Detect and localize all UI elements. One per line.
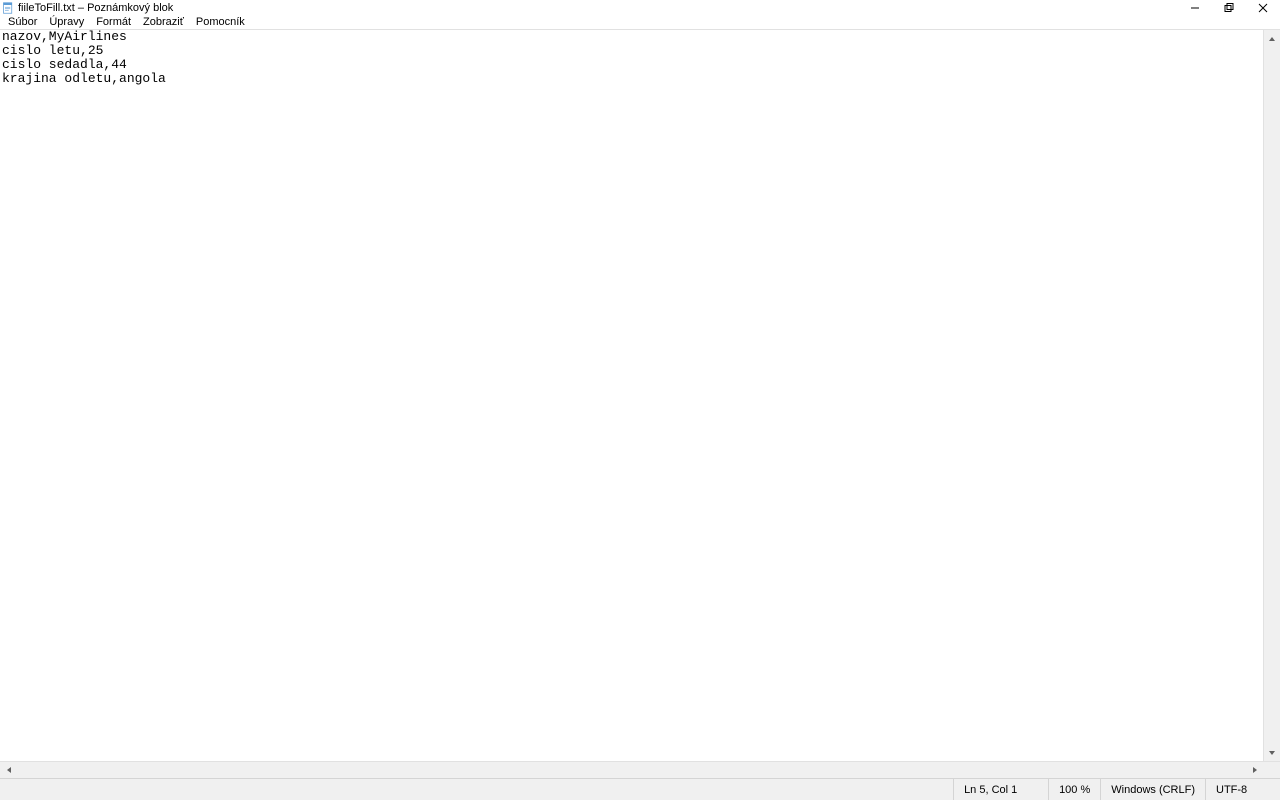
- close-button[interactable]: [1246, 0, 1280, 15]
- scroll-right-arrow-icon[interactable]: [1246, 762, 1263, 778]
- status-encoding: UTF-8: [1205, 779, 1280, 800]
- scroll-down-arrow-icon[interactable]: [1264, 744, 1280, 761]
- menu-file[interactable]: Súbor: [2, 15, 43, 29]
- vertical-scroll-track[interactable]: [1264, 47, 1280, 744]
- window-controls: [1178, 0, 1280, 15]
- menu-edit[interactable]: Úpravy: [43, 15, 90, 29]
- menu-help[interactable]: Pomocník: [190, 15, 251, 29]
- content-area: nazov,MyAirlines cislo letu,25 cislo sed…: [0, 30, 1280, 761]
- title-left: fiileToFill.txt – Poznámkový blok: [2, 2, 173, 14]
- scroll-corner: [1263, 762, 1280, 778]
- menu-view[interactable]: Zobraziť: [137, 15, 190, 29]
- maximize-button[interactable]: [1212, 0, 1246, 15]
- menu-format[interactable]: Formát: [90, 15, 137, 29]
- title-bar: fiileToFill.txt – Poznámkový blok: [0, 0, 1280, 15]
- vertical-scrollbar[interactable]: [1263, 30, 1280, 761]
- notepad-icon: [2, 2, 14, 14]
- scroll-up-arrow-icon[interactable]: [1264, 30, 1280, 47]
- window-title: fiileToFill.txt – Poznámkový blok: [18, 2, 173, 14]
- scroll-left-arrow-icon[interactable]: [0, 762, 17, 778]
- status-spacer: [0, 779, 953, 800]
- text-editor[interactable]: nazov,MyAirlines cislo letu,25 cislo sed…: [0, 30, 1263, 761]
- status-bar: Ln 5, Col 1 100 % Windows (CRLF) UTF-8: [0, 778, 1280, 800]
- menu-bar: Súbor Úpravy Formát Zobraziť Pomocník: [0, 15, 1280, 30]
- status-line-ending: Windows (CRLF): [1100, 779, 1205, 800]
- status-position: Ln 5, Col 1: [953, 779, 1048, 800]
- minimize-button[interactable]: [1178, 0, 1212, 15]
- horizontal-scroll-track[interactable]: [17, 762, 1246, 778]
- status-zoom: 100 %: [1048, 779, 1100, 800]
- horizontal-scrollbar[interactable]: [0, 761, 1280, 778]
